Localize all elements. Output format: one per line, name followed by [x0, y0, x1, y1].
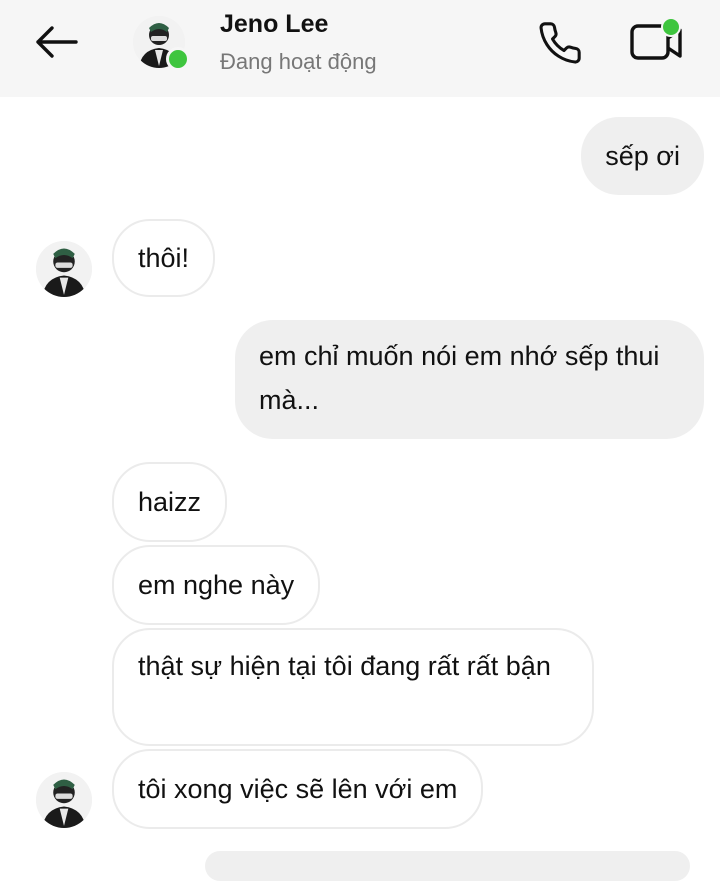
sender-avatar[interactable]: [36, 241, 92, 297]
voice-call-button[interactable]: [535, 18, 585, 68]
message-bubble-partial: [205, 851, 690, 881]
contact-avatar[interactable]: [133, 16, 190, 71]
sender-avatar[interactable]: [36, 772, 92, 828]
arrow-left-icon: [36, 26, 78, 58]
message-bubble-incoming[interactable]: haizz: [112, 462, 228, 542]
video-status-dot: [661, 17, 681, 37]
phone-icon: [539, 22, 581, 64]
message-bubble-incoming[interactable]: thôi!: [112, 219, 216, 297]
message-bubble-outgoing[interactable]: em chỉ muốn nói em nhớ sếp thui mà...: [235, 320, 704, 439]
video-call-button[interactable]: [628, 14, 686, 66]
online-status-dot: [166, 47, 190, 71]
contact-name[interactable]: Jeno Lee: [220, 10, 328, 39]
contact-status: Đang hoạt động: [220, 49, 377, 74]
back-button[interactable]: [30, 22, 82, 62]
message-bubble-incoming[interactable]: em nghe này: [112, 545, 321, 625]
message-bubble-incoming[interactable]: tôi xong việc sẽ lên với em: [112, 749, 484, 829]
message-bubble-incoming[interactable]: thật sự hiện tại tôi đang rất rất bận: [112, 628, 594, 746]
chat-header: Jeno Lee Đang hoạt động: [0, 0, 720, 97]
message-bubble-outgoing[interactable]: sếp ơi: [581, 117, 704, 195]
